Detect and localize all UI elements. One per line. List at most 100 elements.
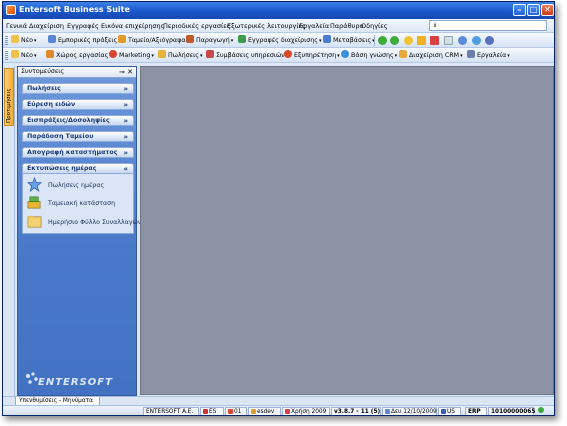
- toolbar-grip[interactable]: [5, 51, 8, 60]
- new-label: Νέο: [21, 37, 33, 44]
- workspace-button[interactable]: Χώρος εργασίας▾: [46, 50, 112, 61]
- group-sales[interactable]: Πωλήσεις »: [22, 83, 134, 94]
- window-title: Entersoft Business Suite: [19, 5, 130, 14]
- group-label: Απογραφή καταστήματος: [27, 149, 118, 156]
- pin-icon[interactable]: ⊸: [119, 68, 125, 76]
- daily-sales-link[interactable]: Πωλήσεις ημέρας: [27, 177, 133, 193]
- daily-transactions-sheet-link[interactable]: Ημερήσιο Φύλλο Συναλλαγών: [27, 214, 141, 230]
- tools-label: Εργαλεία: [477, 52, 507, 59]
- favorites-icon[interactable]: [404, 36, 413, 45]
- transitions-button[interactable]: Μεταβάσεις▾: [323, 35, 375, 46]
- status-fiscal-year-text: Χρήση 2009: [291, 409, 327, 415]
- group-collections[interactable]: Εισπράξεις/Δοσοληψίες »: [22, 115, 134, 126]
- status-fiscal-year: Χρήση 2009: [282, 407, 330, 415]
- calendar-icon: [285, 408, 290, 414]
- group-item-search[interactable]: Εύρεση ειδών »: [22, 99, 134, 110]
- new-crm-label: Νέο: [21, 52, 33, 59]
- logo-text: ENTERSOFT: [38, 377, 113, 388]
- group-store-inventory[interactable]: Απογραφή καταστήματος »: [22, 147, 134, 158]
- group-cash-handover[interactable]: Παράδοση Ταμείου »: [22, 131, 134, 142]
- status-branch-text: 01: [234, 409, 242, 415]
- menu-entries[interactable]: Εγγραφές: [67, 22, 99, 30]
- production-button[interactable]: Παραγωγή▾: [186, 35, 233, 46]
- preferences-tab[interactable]: Προτιμήσεις: [4, 68, 14, 126]
- panel-close-icon[interactable]: ✕: [127, 68, 133, 76]
- handshake-icon: [158, 50, 166, 58]
- group-label: Πωλήσεις: [27, 85, 61, 92]
- ledger-icon: [238, 35, 246, 43]
- app-window: Entersoft Business Suite – □ ✕ Γενικά Δι…: [2, 1, 555, 416]
- title-bar[interactable]: Entersoft Business Suite – □ ✕: [3, 2, 554, 19]
- crm-management-button[interactable]: Διαχείριση CRM▾: [399, 50, 463, 61]
- menu-window[interactable]: Παράθυρο: [330, 22, 363, 30]
- chevron-down-icon[interactable]: »: [123, 132, 128, 142]
- delete-icon[interactable]: [430, 36, 439, 45]
- star-icon[interactable]: [417, 36, 426, 45]
- contract-icon: [206, 50, 214, 58]
- status-language: ES: [200, 407, 224, 415]
- back-icon[interactable]: [378, 36, 387, 45]
- mdi-workspace[interactable]: [140, 66, 554, 395]
- tools-button[interactable]: Εργαλεία▾: [467, 50, 510, 61]
- close-button[interactable]: ✕: [541, 4, 554, 16]
- commercial-transactions-button[interactable]: Εμπορικές πράξεις▾: [48, 35, 121, 46]
- service-button[interactable]: Εξυπηρέτηση▾: [284, 50, 340, 61]
- toolbar-grip[interactable]: [5, 36, 8, 45]
- search-input[interactable]: ℹ: [429, 20, 547, 31]
- menu-periodic-tasks[interactable]: Περιοδικές εργασίες: [163, 22, 231, 30]
- commercial-transactions-label: Εμπορικές πράξεις: [58, 37, 118, 44]
- chevron-down-icon[interactable]: »: [123, 148, 128, 158]
- minimize-button[interactable]: –: [513, 4, 526, 16]
- new-button[interactable]: Νέο▾: [11, 35, 36, 46]
- group-daily-prints[interactable]: Εκτυπώσεις ημέρας «: [22, 163, 134, 174]
- cash-status-label: Ταμειακή κατάσταση: [48, 200, 116, 207]
- menu-tools[interactable]: Εργαλεία: [299, 22, 329, 30]
- menu-company-view[interactable]: Εικόνα επιχείρησης: [101, 22, 165, 30]
- preferences-tab-label: Προτιμήσεις: [6, 88, 12, 123]
- cash-securities-button[interactable]: Ταμείο/Αξιόγραφα▾: [118, 35, 189, 46]
- cash-securities-label: Ταμείο/Αξιόγραφα: [128, 37, 186, 44]
- settings-icon[interactable]: [485, 36, 494, 45]
- forward-icon[interactable]: [390, 36, 399, 45]
- sales-button[interactable]: Πωλήσεις▾: [158, 50, 202, 61]
- chevron-up-icon[interactable]: «: [123, 164, 128, 174]
- app-icon: [6, 5, 16, 15]
- maximize-button[interactable]: □: [527, 4, 540, 16]
- chevron-down-icon[interactable]: »: [123, 100, 128, 110]
- document-icon: [48, 35, 56, 43]
- new-icon: [11, 35, 19, 43]
- cash-register-icon: [27, 196, 41, 209]
- star-icon: [27, 177, 42, 192]
- knowledge-base-button[interactable]: Βάση γνώσης▾: [341, 50, 397, 61]
- menu-help[interactable]: Οδηγίες: [361, 22, 388, 30]
- globe-icon[interactable]: [472, 36, 481, 45]
- chevron-down-icon[interactable]: »: [123, 116, 128, 126]
- crm-icon: [399, 50, 407, 58]
- service-contracts-label: Συμβάσεις υπηρεσιών: [216, 52, 285, 59]
- status-locale: US: [438, 407, 461, 415]
- window-icon[interactable]: [444, 36, 453, 45]
- chevron-down-icon[interactable]: »: [123, 84, 128, 94]
- status-locale-text: US: [447, 409, 455, 415]
- service-contracts-button[interactable]: Συμβάσεις υπηρεσιών▾: [206, 50, 288, 61]
- management-entries-button[interactable]: Εγγραφές διαχείρισης▾: [238, 35, 321, 46]
- cash-status-link[interactable]: Ταμειακή κατάσταση: [27, 195, 133, 211]
- new-icon: [11, 50, 19, 58]
- menu-management[interactable]: Διαχείριση: [29, 22, 64, 30]
- menu-general[interactable]: Γενικά: [6, 22, 27, 30]
- status-company: ENTERSOFT A.E.: [143, 407, 199, 415]
- chat-icon[interactable]: [458, 36, 467, 45]
- tools-icon: [467, 50, 475, 58]
- group-label: Παράδοση Ταμείου: [27, 133, 94, 140]
- service-label: Εξυπηρέτηση: [294, 52, 337, 59]
- status-module: ERP: [465, 407, 487, 415]
- status-code-text: 10100000065: [491, 409, 536, 415]
- new-crm-button[interactable]: Νέο▾: [11, 50, 36, 61]
- toolbar-separator: [374, 35, 375, 46]
- toolbar-crm: Νέο▾ Χώρος εργασίας▾ Marketing▾ Πωλήσεις…: [3, 48, 554, 63]
- locale-icon: [441, 408, 446, 414]
- status-module-text: ERP: [468, 409, 481, 415]
- marketing-button[interactable]: Marketing▾: [109, 50, 154, 61]
- menu-external-functions[interactable]: Εξωτερικές λειτουργίες: [227, 22, 306, 30]
- panel-header: Συντομεύσεις ⊸ ✕: [18, 67, 136, 78]
